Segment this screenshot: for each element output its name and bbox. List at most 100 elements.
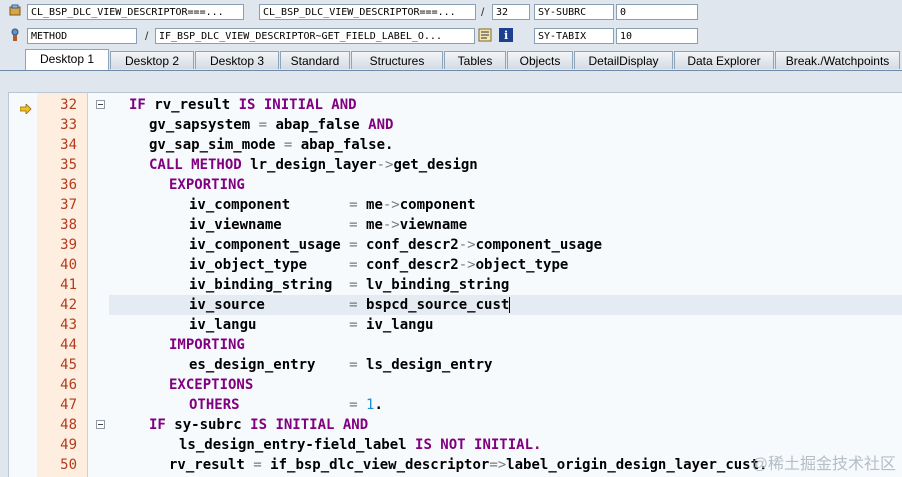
separator: / <box>481 5 485 19</box>
collapse-icon[interactable] <box>96 100 105 109</box>
code-line[interactable]: 43 iv_langu = iv_langu <box>9 315 902 335</box>
line-number: 41 <box>60 277 77 293</box>
tab-break-watchpoints[interactable]: Break./Watchpoints <box>775 51 900 69</box>
code-token: = <box>253 457 271 473</box>
code-token: IF <box>149 417 175 433</box>
line-number: 35 <box>60 157 77 173</box>
code-token: IS INITIAL AND <box>238 97 357 113</box>
code-text: OTHERS = 1. <box>189 395 383 415</box>
program-field[interactable]: CL_BSP_DLC_VIEW_DESCRIPTOR===... <box>27 4 244 20</box>
code-token: lv_binding_string <box>366 277 510 293</box>
code-token: es_design_entry <box>189 357 350 373</box>
info-icon[interactable]: i <box>499 28 513 42</box>
code-token: -> <box>382 217 400 233</box>
code-token: = <box>349 237 367 253</box>
code-line[interactable]: 37 iv_component = me->component <box>9 195 902 215</box>
code-token: IF <box>129 97 155 113</box>
code-token: = <box>349 357 367 373</box>
code-token: = <box>349 277 367 293</box>
tab-standard[interactable]: Standard <box>280 51 350 69</box>
code-line[interactable]: 38 iv_viewname = me->viewname <box>9 215 902 235</box>
code-token: rv_result <box>154 97 239 113</box>
code-token: if_bsp_dlc_view_descriptor <box>270 457 490 473</box>
code-line[interactable]: 46 EXCEPTIONS <box>9 375 902 395</box>
sysvar-value-subrc[interactable]: 0 <box>616 4 698 20</box>
code-token: rv_result <box>169 457 254 473</box>
code-token: bspcd_source_cust <box>366 297 510 313</box>
code-token: ls_design_entry <box>366 357 493 373</box>
code-line[interactable]: 44 IMPORTING <box>9 335 902 355</box>
code-line[interactable]: 39 iv_component_usage = conf_descr2->comp… <box>9 235 902 255</box>
include-field[interactable]: CL_BSP_DLC_VIEW_DESCRIPTOR===... <box>259 4 476 20</box>
code-token: IMPORTING <box>169 337 245 353</box>
source-code-editor[interactable]: 32 IF rv_result IS INITIAL AND 33 gv_sapsys… <box>8 92 902 477</box>
line-number: 32 <box>60 97 77 113</box>
code-line[interactable]: 33 gv_sapsystem = abap_false AND <box>9 115 902 135</box>
event-name-field[interactable]: IF_BSP_DLC_VIEW_DESCRIPTOR~GET_FIELD_LAB… <box>155 28 475 44</box>
code-line[interactable]: 40 iv_object_type = conf_descr2->object_t… <box>9 255 902 275</box>
code-line[interactable]: 48 IF sy-subrc IS INITIAL AND <box>9 415 902 435</box>
line-number: 45 <box>60 357 77 373</box>
code-text: IF sy-subrc IS INITIAL AND <box>149 415 368 435</box>
code-text: iv_viewname = me->viewname <box>189 215 467 235</box>
code-token: EXPORTING <box>169 177 245 193</box>
code-token: get_design <box>393 157 478 173</box>
line-number: 49 <box>60 437 77 453</box>
code-token: = <box>349 257 367 273</box>
source-code-icon[interactable] <box>478 28 492 42</box>
line-number: 43 <box>60 317 77 333</box>
code-line[interactable]: 32 IF rv_result IS INITIAL AND <box>9 95 902 115</box>
code-line[interactable]: 35 CALL METHOD lr_design_layer->get_desig… <box>9 155 902 175</box>
code-text: iv_langu = iv_langu <box>189 315 433 335</box>
code-text: CALL METHOD lr_design_layer->get_design <box>149 155 478 175</box>
desktop-tabs: Desktop 1 Desktop 2 Desktop 3 Standard S… <box>0 48 902 71</box>
line-number: 39 <box>60 237 77 253</box>
code-token: = <box>349 317 367 333</box>
code-text: iv_source = bspcd_source_cust <box>189 295 511 315</box>
tab-desktop-1[interactable]: Desktop 1 <box>25 49 109 70</box>
code-token: sy-subrc <box>174 417 251 433</box>
code-token: component <box>399 197 476 213</box>
code-line[interactable]: 34 gv_sap_sim_mode = abap_false. <box>9 135 902 155</box>
sysvar-label-subrc[interactable]: SY-SUBRC <box>534 4 614 20</box>
sysvar-label-tabix[interactable]: SY-TABIX <box>534 28 614 44</box>
collapse-icon[interactable] <box>96 420 105 429</box>
code-line[interactable]: 45 es_design_entry = ls_design_entry <box>9 355 902 375</box>
code-line[interactable]: 47 OTHERS = 1. <box>9 395 902 415</box>
code-text: iv_binding_string = lv_binding_string <box>189 275 509 295</box>
code-line[interactable]: 42 iv_source = bspcd_source_cust <box>9 295 902 315</box>
code-text: ls_design_entry-field_label IS NOT INITI… <box>179 435 541 455</box>
code-line[interactable]: 41 iv_binding_string = lv_binding_string <box>9 275 902 295</box>
tab-objects[interactable]: Objects <box>507 51 573 69</box>
code-token: EXCEPTIONS <box>169 377 254 393</box>
code-text: iv_component_usage = conf_descr2->compon… <box>189 235 602 255</box>
tab-desktop-3[interactable]: Desktop 3 <box>195 51 279 69</box>
sysvar-value-tabix[interactable]: 10 <box>616 28 698 44</box>
tab-tables[interactable]: Tables <box>444 51 506 69</box>
svg-text:i: i <box>504 29 508 42</box>
code-token: = <box>258 117 276 133</box>
tab-data-explorer[interactable]: Data Explorer <box>674 51 774 69</box>
line-number-field[interactable]: 32 <box>492 4 530 20</box>
line-number: 37 <box>60 197 77 213</box>
code-text: gv_sapsystem = abap_false AND <box>149 115 393 135</box>
line-number: 40 <box>60 257 77 273</box>
code-token: abap_false <box>275 117 369 133</box>
debugger-info-row-1: CL_BSP_DLC_VIEW_DESCRIPTOR===... CL_BSP_… <box>0 0 902 22</box>
separator: / <box>145 29 149 43</box>
tab-detaildisplay[interactable]: DetailDisplay <box>574 51 673 69</box>
tab-desktop-2[interactable]: Desktop 2 <box>110 51 194 69</box>
code-line[interactable]: 36 EXPORTING <box>9 175 902 195</box>
line-number: 46 <box>60 377 77 393</box>
code-token: iv_langu <box>189 317 350 333</box>
code-token: conf_descr2 <box>366 237 459 253</box>
event-type-field[interactable]: METHOD <box>27 28 137 44</box>
code-token: label_origin_design_layer_cust. <box>506 457 768 473</box>
text-cursor <box>509 297 511 313</box>
code-token: iv_component_usage <box>189 237 350 253</box>
code-token: me <box>366 197 383 213</box>
line-number: 34 <box>60 137 77 153</box>
code-token: me <box>366 217 383 233</box>
line-number: 33 <box>60 117 77 133</box>
tab-structures[interactable]: Structures <box>351 51 443 69</box>
